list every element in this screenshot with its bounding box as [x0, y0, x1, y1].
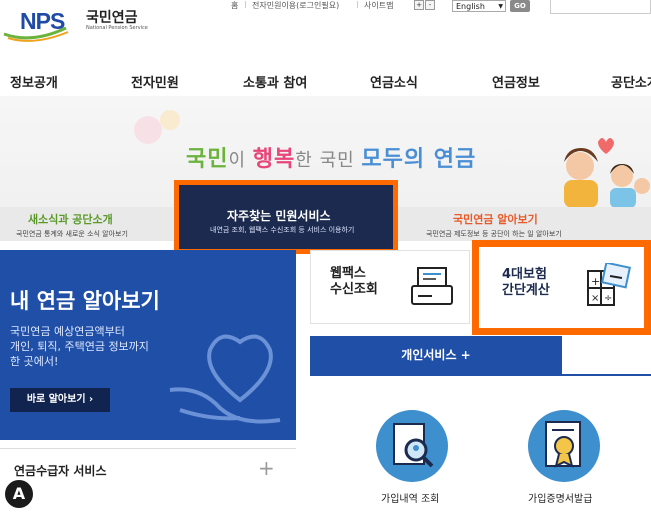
slogan-part: 한 [295, 150, 320, 171]
tab-subtitle: 내연금 조회, 웹팩스 수신조회 등 서비스 이용하기 [210, 226, 355, 234]
certificate-icon [545, 421, 581, 468]
divider [357, 1, 358, 8]
chevron-down-icon: ▼ [498, 3, 503, 10]
tab-title: 국민연금 알아보기 [453, 213, 538, 226]
insurance-calc-title: 4대보험 간단계산 [502, 267, 550, 299]
fax-machine-icon [411, 267, 453, 305]
insurance-line: 4대보험 [502, 267, 547, 282]
main-navigation: 정보공개 전자민원 소통과 참여 연금소식 연금정보 공단소개 [0, 62, 651, 97]
webfax-title: 웹팩스 수신조회 [330, 266, 378, 298]
certificate-issue-label[interactable]: 가입증명서발급 [528, 490, 592, 505]
zoom-out-button[interactable]: - [425, 0, 435, 10]
tab-frequent-civil-services[interactable]: 자주찾는 민원서비스 내연금 조회, 웹팩스 수신조회 등 서비스 이용하기 [174, 180, 398, 254]
tab-learn-pension[interactable]: 국민연금 알아보기 국민연금 제도정보 등 공단이 하는 일 알아보기 [398, 207, 651, 241]
logo-korean: 국민연금 [86, 10, 138, 26]
divider [245, 1, 246, 8]
family-illustration-icon [564, 138, 650, 208]
slogan-part: 모두의 연금 [361, 147, 477, 172]
accessibility-button[interactable]: A [3, 478, 35, 510]
svg-text:×: × [591, 293, 599, 304]
search-input[interactable] [550, 0, 651, 14]
insurance-line: 간단계산 [502, 283, 550, 298]
my-pension-description: 국민연금 예상연금액부터 개인, 퇴직, 주택연금 정보까지 한 곳에서! [10, 324, 149, 369]
enrollment-history-label[interactable]: 가입내역 조회 [381, 490, 439, 505]
tab-personal-service[interactable]: 개인서비스 + [310, 336, 562, 374]
slogan-part: 국민 [319, 150, 362, 171]
slogan-part: 행복 [252, 147, 296, 172]
heart-hands-icon [169, 334, 281, 424]
svg-text:÷: ÷ [604, 293, 612, 304]
gnb-item-info-disclosure[interactable]: 정보공개 [10, 72, 58, 91]
calculator-icon: + × ÷ [587, 263, 632, 306]
expand-plus-icon[interactable]: + [258, 456, 275, 480]
desc-line: 국민연금 예상연금액부터 [10, 325, 125, 338]
go-check-button[interactable]: 바로 알아보기 › [10, 388, 110, 412]
slogan-part: 이 [228, 150, 253, 171]
recipient-service-title: 연금수급자 서비스 [14, 464, 107, 478]
webfax-line: 웹팩스 [330, 266, 366, 281]
tab-title: 새소식과 공단소개 [28, 213, 113, 226]
enrollment-history-icon[interactable] [376, 410, 448, 482]
language-selected: English [456, 2, 485, 11]
document-search-icon [393, 423, 434, 468]
logo-english: National Pension Service [86, 25, 148, 31]
banner-slogan: 국민이 행복한 국민 모두의 연금 [186, 141, 476, 173]
util-link-e-civil[interactable]: 전자민원이용(로그인필요) [252, 0, 339, 11]
desc-line: 한 곳에서! [10, 355, 59, 368]
tab-title: 자주찾는 민원서비스 [227, 209, 331, 223]
tab-subtitle: 국민연금 통계와 새로운 소식 알아보기 [16, 230, 128, 238]
tab-subtitle: 국민연금 제도정보 등 공단이 하는 일 알아보기 [426, 230, 562, 238]
svg-text:+: + [591, 275, 600, 288]
gnb-item-communication[interactable]: 소통과 참여 [243, 72, 307, 91]
logo[interactable]: NPS [20, 8, 65, 35]
zoom-in-button[interactable]: + [414, 0, 424, 10]
util-link-sitemap[interactable]: 사이트맵 [364, 0, 393, 11]
language-select[interactable]: English ▼ [452, 0, 506, 12]
gnb-item-e-civil[interactable]: 전자민원 [131, 72, 179, 91]
tab-news-and-about[interactable]: 새소식과 공단소개 국민연금 통계와 새로운 소식 알아보기 [0, 207, 174, 241]
gnb-item-news[interactable]: 연금소식 [370, 72, 418, 91]
webfax-line: 수신조회 [330, 282, 378, 297]
site-header: NPS 국민연금 National Pension Service 홈 전자민원… [0, 0, 651, 62]
certificate-issue-icon[interactable] [528, 410, 600, 482]
language-go-button[interactable]: GO [510, 0, 530, 12]
gnb-item-about[interactable]: 공단소개 [611, 72, 651, 91]
desc-line: 개인, 퇴직, 주택연금 정보까지 [10, 340, 149, 353]
util-link-home[interactable]: 홈 [231, 0, 238, 11]
gnb-item-pension-info[interactable]: 연금정보 [492, 72, 540, 91]
my-pension-title: 내 연금 알아보기 [10, 289, 160, 313]
recipient-service-section[interactable] [0, 448, 296, 516]
slogan-part: 국민 [186, 147, 229, 172]
